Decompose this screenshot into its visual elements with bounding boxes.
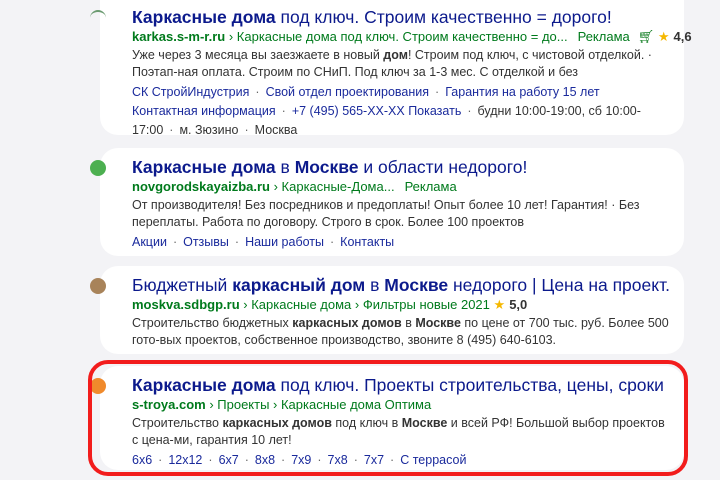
result-domain-link[interactable]: novgorodskayaizba.ru: [132, 179, 270, 194]
sitelink[interactable]: Гарантия на работу 15 лет: [445, 85, 599, 99]
snippet-segment: Уже через 3 месяца вы заезжаете в новый: [132, 48, 384, 62]
sitelink[interactable]: Наши работы: [245, 235, 324, 249]
separator-dot: ·: [255, 85, 260, 99]
result-snippet: Уже через 3 месяца вы заезжаете в новый …: [132, 47, 670, 81]
separator-dot: ·: [172, 235, 178, 249]
snippet-segment: Строительство бюджетных: [132, 316, 293, 330]
snippet-segment: Москве: [415, 316, 461, 330]
snippet-segment: От производителя! Без посредников и пред…: [132, 198, 640, 229]
rating-value: 4,6: [673, 29, 692, 44]
title-segment: в: [275, 157, 295, 177]
sitelink[interactable]: СК СтройИндустрия: [132, 85, 249, 99]
sitelink[interactable]: Свой отдел проектирования: [266, 85, 429, 99]
separator-dot: ·: [244, 123, 249, 137]
contact-info-link[interactable]: Контактная информация: [132, 104, 276, 118]
snippet-segment: каркасных домов: [292, 316, 402, 330]
sitelinks: СК СтройИндустрия · Свой отдел проектирова…: [132, 83, 670, 102]
highlight-outline: [88, 360, 688, 476]
metro-station: м. Зюзино: [179, 123, 239, 137]
sitelink[interactable]: Акции: [132, 235, 167, 249]
result-title-link[interactable]: Каркасные дома в Москве и области недоро…: [132, 156, 670, 178]
title-segment: Каркасные дома: [132, 7, 276, 27]
cart-icon: 🛒︎: [637, 29, 655, 44]
sitelink[interactable]: Отзывы: [183, 235, 229, 249]
search-result-card: Каркасные дома в Москве и области недоро…: [90, 148, 684, 256]
contact-info: Контактная информация · +7 (495) 565-XX-XX…: [132, 102, 670, 140]
result-title-link[interactable]: Бюджетный каркасный дом в Москве недорог…: [132, 274, 670, 296]
city: Москва: [254, 123, 298, 137]
result-path-link[interactable]: › Каркасные-Дома...: [274, 179, 395, 194]
title-segment: недорого | Цена на проект...: [448, 275, 670, 295]
result-snippet: Строительство бюджетных каркасных домов …: [132, 315, 670, 349]
star-icon: ★: [489, 297, 506, 312]
snippet-segment: в: [401, 316, 416, 330]
search-result-card: Каркасные дома под ключ. Строим качестве…: [90, 0, 692, 137]
separator-dot: ·: [234, 235, 240, 249]
result-path-link[interactable]: › Каркасные дома › Фильтры новые 2021: [243, 297, 490, 312]
title-segment: Москве: [294, 157, 359, 177]
sitelink[interactable]: Контакты: [340, 235, 394, 249]
roof-icon: [90, 10, 106, 18]
separator-dot: ·: [435, 85, 440, 99]
result-path-link[interactable]: › Каркасные дома под ключ. Строим качест…: [229, 29, 568, 44]
result-url: novgorodskayaizba.ru › Каркасные-Дома...…: [132, 178, 670, 196]
separator-dot: ·: [467, 104, 472, 118]
title-segment: Каркасные дома: [132, 157, 276, 177]
separator-dot: ·: [169, 123, 174, 137]
title-segment: Бюджетный: [132, 275, 233, 295]
title-segment: Москве: [384, 275, 449, 295]
separator-dot: ·: [281, 104, 286, 118]
result-domain-link[interactable]: moskva.sdbgp.ru: [132, 297, 240, 312]
star-icon: ★: [654, 29, 670, 44]
snippet-segment: дом: [383, 48, 408, 62]
sitelinks: Акции · Отзывы · Наши работы · Контакты: [132, 233, 670, 252]
rating-value: 5,0: [509, 297, 528, 312]
result-title-link[interactable]: Каркасные дома под ключ. Строим качестве…: [132, 6, 670, 28]
ad-label: Реклама: [404, 179, 457, 194]
house-icon: [90, 160, 106, 176]
ad-label: Реклама: [577, 29, 630, 44]
title-segment: под ключ. Строим качественно = дорого!: [275, 7, 612, 27]
title-segment: каркасный дом: [232, 275, 366, 295]
result-url: moskva.sdbgp.ru › Каркасные дома › Фильт…: [132, 296, 670, 314]
title-segment: и области недорого!: [358, 157, 528, 177]
result-snippet: От производителя! Без посредников и пред…: [132, 197, 670, 231]
title-segment: в: [365, 275, 385, 295]
result-url: karkas.s-m-r.ru › Каркасные дома под клю…: [132, 28, 692, 46]
building-icon: [90, 278, 106, 294]
search-result-card: Бюджетный каркасный дом в Москве недорог…: [90, 266, 684, 354]
separator-dot: ·: [330, 235, 335, 249]
phone-show-link[interactable]: +7 (495) 565-XX-XX Показать: [292, 104, 462, 118]
result-domain-link[interactable]: karkas.s-m-r.ru: [132, 29, 225, 44]
